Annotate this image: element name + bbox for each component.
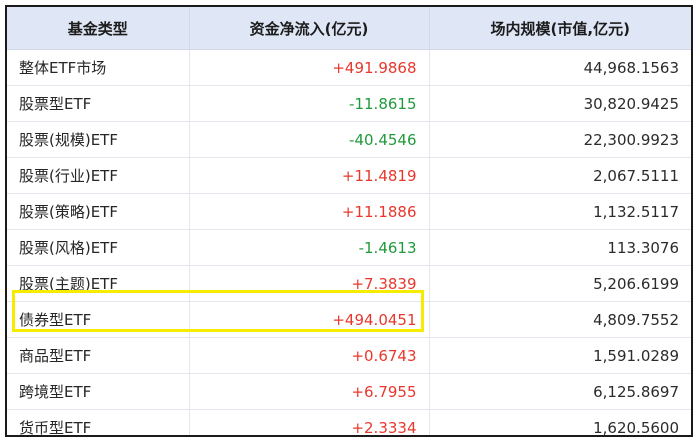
net-inflow-cell: +11.1886 — [189, 193, 430, 230]
table-row: 跨境型ETF +6.7955 6,125.8697 — [7, 373, 691, 410]
net-inflow-cell: +494.0451 — [189, 301, 430, 338]
market-scale-cell: 1,591.0289 — [429, 337, 691, 374]
table-row: 货币型ETF +2.3334 1,620.5600 — [7, 409, 691, 435]
table-row: 商品型ETF +0.6743 1,591.0289 — [7, 337, 691, 374]
table-row-highlighted: 债券型ETF +494.0451 4,809.7552 — [7, 301, 691, 338]
header-row: 基金类型 资金净流入(亿元) 场内规模(市值,亿元) — [7, 7, 691, 50]
net-inflow-cell: +0.6743 — [189, 337, 430, 374]
table-row: 股票(策略)ETF +11.1886 1,132.5117 — [7, 193, 691, 230]
net-inflow-cell: -11.8615 — [189, 85, 430, 122]
fund-type-cell: 整体ETF市场 — [7, 49, 190, 86]
net-inflow-cell: +11.4819 — [189, 157, 430, 194]
etf-fund-flow-table: 基金类型 资金净流入(亿元) 场内规模(市值,亿元) 整体ETF市场 +491.… — [7, 7, 691, 435]
table-row: 股票(规模)ETF -40.4546 22,300.9923 — [7, 121, 691, 158]
market-scale-cell: 4,809.7552 — [429, 301, 691, 338]
market-scale-cell: 5,206.6199 — [429, 265, 691, 302]
table-row: 股票型ETF -11.8615 30,820.9425 — [7, 85, 691, 122]
table-header: 基金类型 资金净流入(亿元) 场内规模(市值,亿元) — [7, 7, 691, 50]
market-scale-cell: 30,820.9425 — [429, 85, 691, 122]
table-body: 整体ETF市场 +491.9868 44,968.1563 股票型ETF -11… — [7, 49, 691, 435]
fund-type-cell: 跨境型ETF — [7, 373, 190, 410]
market-scale-cell: 113.3076 — [429, 229, 691, 266]
market-scale-cell: 1,620.5600 — [429, 409, 691, 435]
fund-type-cell: 股票(规模)ETF — [7, 121, 190, 158]
fund-type-cell: 债券型ETF — [7, 301, 190, 338]
table-row: 股票(主题)ETF +7.3839 5,206.6199 — [7, 265, 691, 302]
net-inflow-cell: +6.7955 — [189, 373, 430, 410]
fund-type-cell: 股票(风格)ETF — [7, 229, 190, 266]
fund-type-cell: 股票(策略)ETF — [7, 193, 190, 230]
header-fund-type: 基金类型 — [7, 7, 190, 50]
header-net-inflow: 资金净流入(亿元) — [189, 7, 430, 50]
fund-type-cell: 货币型ETF — [7, 409, 190, 435]
header-market-scale: 场内规模(市值,亿元) — [429, 7, 691, 50]
net-inflow-cell: +7.3839 — [189, 265, 430, 302]
etf-fund-flow-table-frame: 基金类型 资金净流入(亿元) 场内规模(市值,亿元) 整体ETF市场 +491.… — [5, 5, 693, 437]
net-inflow-cell: -1.4613 — [189, 229, 430, 266]
net-inflow-cell: +2.3334 — [189, 409, 430, 435]
table-row: 股票(行业)ETF +11.4819 2,067.5111 — [7, 157, 691, 194]
market-scale-cell: 44,968.1563 — [429, 49, 691, 86]
fund-type-cell: 股票型ETF — [7, 85, 190, 122]
table-row: 整体ETF市场 +491.9868 44,968.1563 — [7, 49, 691, 86]
fund-type-cell: 股票(行业)ETF — [7, 157, 190, 194]
fund-type-cell: 股票(主题)ETF — [7, 265, 190, 302]
fund-type-cell: 商品型ETF — [7, 337, 190, 374]
market-scale-cell: 6,125.8697 — [429, 373, 691, 410]
market-scale-cell: 22,300.9923 — [429, 121, 691, 158]
market-scale-cell: 1,132.5117 — [429, 193, 691, 230]
table-row: 股票(风格)ETF -1.4613 113.3076 — [7, 229, 691, 266]
net-inflow-cell: -40.4546 — [189, 121, 430, 158]
market-scale-cell: 2,067.5111 — [429, 157, 691, 194]
net-inflow-cell: +491.9868 — [189, 49, 430, 86]
